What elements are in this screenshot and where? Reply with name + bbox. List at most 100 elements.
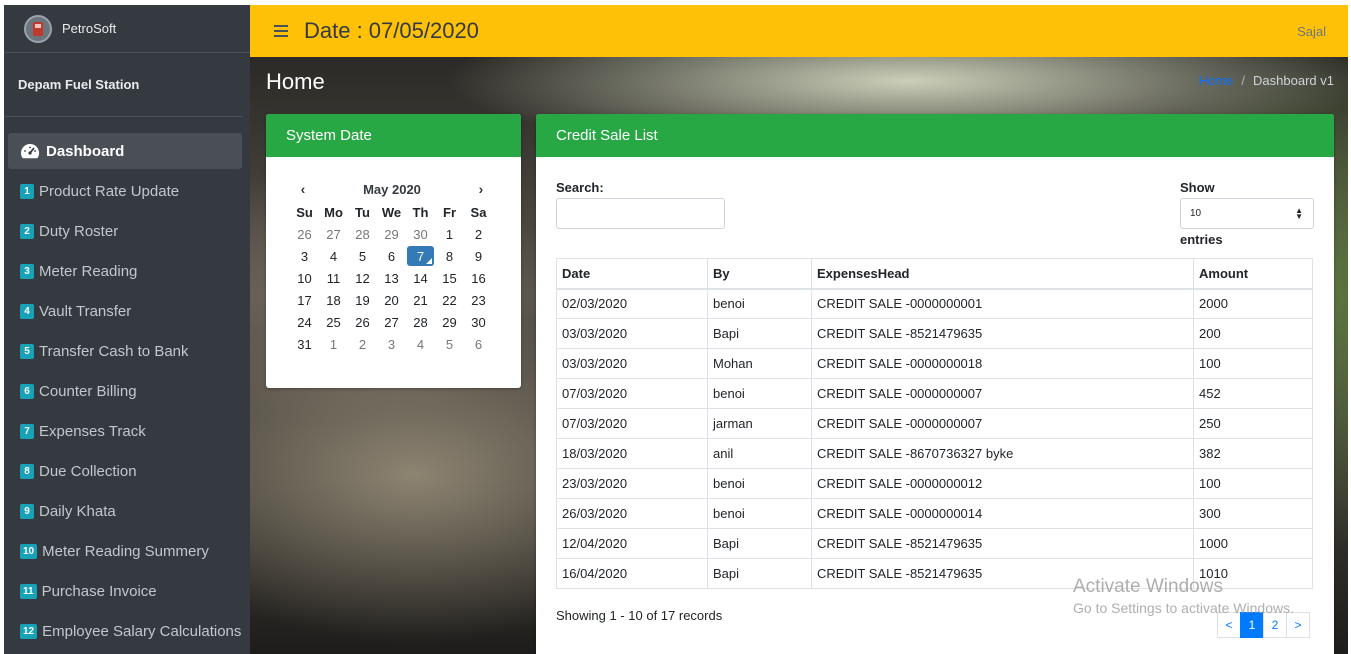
calendar-day[interactable]: 21 — [406, 289, 435, 311]
sidebar-item-dashboard[interactable]: Dashboard — [8, 133, 242, 169]
calendar-day[interactable]: 14 — [406, 267, 435, 289]
entries-select[interactable]: 10 ▲ ▼ — [1180, 198, 1314, 229]
cell-date: 02/03/2020 — [556, 288, 708, 319]
calendar-day[interactable]: 5 — [348, 245, 377, 267]
user-name[interactable]: Sajal — [1297, 24, 1326, 39]
calendar-day-outside[interactable]: 6 — [464, 333, 493, 355]
calendar-day[interactable]: 13 — [377, 267, 406, 289]
brand[interactable]: PetroSoft — [4, 5, 250, 53]
table-row: 23/03/2020 benoi CREDIT SALE -0000000012 10… — [556, 468, 1313, 499]
sidebar-item-product-rate-update[interactable]: 1 Product Rate Update — [8, 173, 242, 209]
calendar-day-outside[interactable]: 4 — [406, 333, 435, 355]
sidebar-item-counter-billing[interactable]: 6 Counter Billing — [8, 373, 242, 409]
calendar-day-outside[interactable]: 3 — [377, 333, 406, 355]
calendar-day[interactable]: 10 — [290, 267, 319, 289]
table-row: 03/03/2020 Mohan CREDIT SALE -0000000018 10… — [556, 348, 1313, 379]
sidebar-item-transfer-cash-to-bank[interactable]: 5 Transfer Cash to Bank — [8, 333, 242, 369]
sidebar-item-meter-reading[interactable]: 3 Meter Reading — [8, 253, 242, 289]
calendar-day-outside[interactable]: 28 — [348, 223, 377, 245]
weekday-header: Mo — [324, 204, 343, 220]
sidebar-item-due-collection[interactable]: 8 Due Collection — [8, 453, 242, 489]
column-header-by[interactable]: By — [707, 258, 812, 290]
calendar-day[interactable]: 20 — [377, 289, 406, 311]
menu-toggle-icon[interactable] — [274, 22, 288, 40]
calendar-day-outside[interactable]: 27 — [319, 223, 348, 245]
calendar-day-selected[interactable]: 7 — [407, 246, 434, 266]
cell-expenseshead: CREDIT SALE -0000000018 — [811, 348, 1194, 379]
nav-number-badge: 5 — [20, 343, 34, 359]
search-input[interactable] — [556, 198, 725, 229]
column-header-amount[interactable]: Amount — [1193, 258, 1313, 290]
calendar-day[interactable]: 28 — [406, 311, 435, 333]
calendar-day[interactable]: 16 — [464, 267, 493, 289]
calendar-day-outside[interactable]: 26 — [290, 223, 319, 245]
calendar-month-label[interactable]: May 2020 — [363, 182, 421, 197]
calendar-day[interactable]: 4 — [319, 245, 348, 267]
date-title: Date : 07/05/2020 — [304, 18, 479, 43]
cell-date: 12/04/2020 — [556, 528, 708, 559]
sidebar-item-vault-transfer[interactable]: 4 Vault Transfer — [8, 293, 242, 329]
sidebar-item-expenses-track[interactable]: 7 Expenses Track — [8, 413, 242, 449]
sidebar-item-label: Meter Reading — [39, 262, 138, 280]
sidebar-item-employee-salary-calculations[interactable]: 12 Employee Salary Calculations — [8, 613, 242, 649]
cell-by: benoi — [707, 378, 812, 409]
next-month-icon[interactable]: › — [472, 181, 490, 197]
calendar-day[interactable]: 26 — [348, 311, 377, 333]
cell-date: 23/03/2020 — [556, 468, 708, 499]
calendar-day[interactable]: 17 — [290, 289, 319, 311]
calendar-day[interactable]: 25 — [319, 311, 348, 333]
calendar-day[interactable]: 9 — [464, 245, 493, 267]
sidebar-item-label: Counter Billing — [39, 382, 137, 400]
weekday-header: Su — [296, 204, 313, 220]
calendar-day[interactable]: 31 — [290, 333, 319, 355]
breadcrumb-home-link[interactable]: Home — [1199, 73, 1234, 88]
page-title: Home — [266, 69, 325, 94]
sort-caret-icon: ▲ ▼ — [1295, 206, 1303, 221]
nav-number-badge: 2 — [20, 223, 34, 239]
nav-number-badge: 10 — [20, 543, 38, 559]
calendar-day[interactable]: 19 — [348, 289, 377, 311]
sidebar-item-purchase-invoice[interactable]: 11 Purchase Invoice — [8, 573, 242, 609]
sidebar-item-meter-reading-summery[interactable]: 10 Meter Reading Summery — [8, 533, 242, 569]
calendar-day-outside[interactable]: 1 — [319, 333, 348, 355]
column-header-date[interactable]: Date — [556, 258, 708, 290]
cell-by: Bapi — [707, 558, 812, 589]
calendar-day[interactable]: 6 — [377, 245, 406, 267]
calendar-day-outside[interactable]: 5 — [435, 333, 464, 355]
calendar-day[interactable]: 22 — [435, 289, 464, 311]
calendar-day[interactable]: 27 — [377, 311, 406, 333]
cell-date: 03/03/2020 — [556, 348, 708, 379]
column-header-expenseshead[interactable]: ExpensesHead — [811, 258, 1194, 290]
calendar-day[interactable]: 18 — [319, 289, 348, 311]
show-label: Show — [1180, 180, 1215, 195]
sidebar-item-daily-khata[interactable]: 9 Daily Khata — [8, 493, 242, 529]
calendar-day[interactable]: 29 — [435, 311, 464, 333]
cell-amount: 200 — [1193, 318, 1313, 349]
calendar-day-outside[interactable]: 2 — [348, 333, 377, 355]
calendar-day[interactable]: 24 — [290, 311, 319, 333]
station-name[interactable]: Depam Fuel Station — [4, 53, 242, 117]
sidebar-item-duty-roster[interactable]: 2 Duty Roster — [8, 213, 242, 249]
calendar-day[interactable]: 8 — [435, 245, 464, 267]
credit-sale-card-title: Credit Sale List — [536, 114, 1334, 157]
calendar-day-outside[interactable]: 29 — [377, 223, 406, 245]
sidebar-item-label: Transfer Cash to Bank — [39, 342, 189, 360]
calendar-day-outside[interactable]: 30 — [406, 223, 435, 245]
sidebar: PetroSoft Depam Fuel Station Dashboard 1 P… — [4, 5, 250, 654]
calendar-day[interactable]: 3 — [290, 245, 319, 267]
table-row: 07/03/2020 jarman CREDIT SALE -0000000007 2… — [556, 408, 1313, 439]
calendar-day[interactable]: 30 — [464, 311, 493, 333]
calendar-day[interactable]: 2 — [464, 223, 493, 245]
table-row: 26/03/2020 benoi CREDIT SALE -0000000014 30… — [556, 498, 1313, 529]
calendar-day[interactable]: 23 — [464, 289, 493, 311]
calendar-day[interactable]: 12 — [348, 267, 377, 289]
table-row: 03/03/2020 Bapi CREDIT SALE -8521479635 200 — [556, 318, 1313, 349]
nav-number-badge: 8 — [20, 463, 34, 479]
table-row: 12/04/2020 Bapi CREDIT SALE -8521479635 100… — [556, 528, 1313, 559]
calendar-day[interactable]: 15 — [435, 267, 464, 289]
cell-by: benoi — [707, 468, 812, 499]
prev-month-icon[interactable]: ‹ — [294, 181, 312, 197]
nav-number-badge: 1 — [20, 183, 34, 199]
calendar-day[interactable]: 1 — [435, 223, 464, 245]
calendar-day[interactable]: 11 — [319, 267, 348, 289]
